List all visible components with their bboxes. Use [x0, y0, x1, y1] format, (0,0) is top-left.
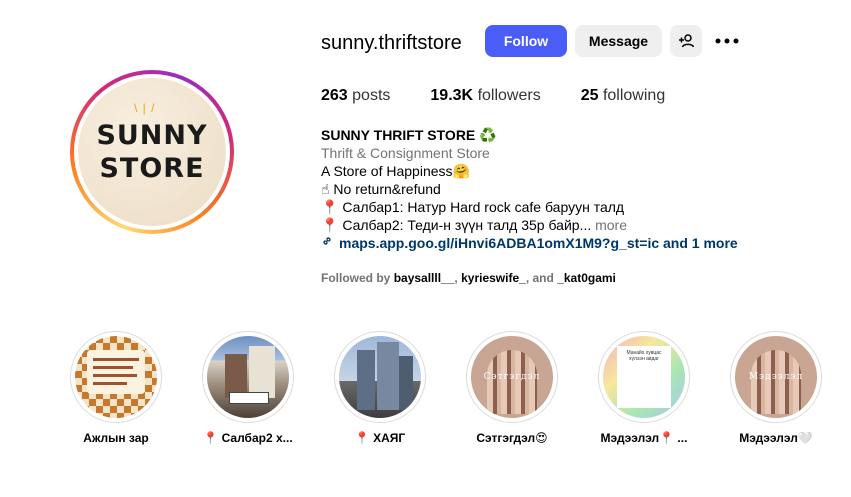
avatar-border: \ | / SUNNY STORE [74, 74, 230, 230]
bio-category: Thrift & Consignment Store [321, 145, 490, 161]
more-options-button[interactable] [713, 30, 741, 52]
following-label: following [602, 87, 666, 104]
highlight-ring: Манайх хувцас хүлээн авдаг [598, 331, 690, 423]
followers-label: followers [477, 87, 541, 104]
highlight-label: 📍 Салбар2 х... [203, 431, 293, 445]
profile-avatar[interactable]: \ | / SUNNY STORE [70, 70, 234, 234]
avatar-text-line1: SUNNY [96, 120, 208, 151]
highlight-ring: Сэтгэгдэл [466, 331, 558, 423]
profile-username: sunny.thriftstore [321, 32, 462, 54]
more-options-icon [715, 38, 739, 44]
followed-by-prefix: Followed by [321, 271, 391, 285]
followed-by-sep: , and [525, 271, 554, 285]
following-count: 25 [580, 87, 599, 104]
pin-emoji: 📍 [321, 199, 339, 215]
highlight-item[interactable]: Манайх хувцас хүлээн авдаг Мэдээлэл📍 ... [578, 331, 710, 445]
highlight-label: Ажлын зар [83, 431, 149, 445]
highlight-label: Мэдээлэл🤍 [739, 431, 813, 445]
bio-line-1: A Store of Happiness🤗 [321, 162, 738, 180]
posts-count: 263 [321, 87, 348, 104]
highlight-item[interactable]: Сэтгэгдэл Сэтгэгдэл😍 [446, 331, 578, 445]
highlight-label: Сэтгэгдэл😍 [476, 431, 548, 445]
avatar-text-line2: STORE [99, 153, 205, 184]
highlight-ring [70, 331, 162, 423]
bio-line-2-text: No return&refund [333, 181, 441, 197]
bio-line-4: 📍 Салбар2: Теди-н зүүн талд 35р байр... … [321, 216, 738, 234]
bio-line-3: 📍 Салбар1: Натур Hard rock cafe баруун т… [321, 198, 738, 216]
highlight-item[interactable]: 📍 ХАЯГ [314, 331, 446, 445]
bio-more-link[interactable]: more [595, 217, 627, 233]
highlight-item[interactable]: Мэдээлэл Мэдээлэл🤍 [710, 331, 842, 445]
bio-line-1-text: A Store of Happiness [321, 163, 453, 179]
follow-button[interactable]: Follow [485, 25, 567, 57]
add-user-icon [679, 34, 694, 48]
highlight-item[interactable]: Ажлын зар [50, 331, 182, 445]
story-highlights: Ажлын зар 📍 Салбар2 х... 📍 ХАЯГ Сэтгэгдэ… [50, 331, 842, 445]
highlight-cover-text: Сэтгэгдэл [483, 372, 541, 382]
avatar-image: \ | / SUNNY STORE [78, 78, 226, 226]
highlight-ring [334, 331, 426, 423]
highlight-cover: Манайх хувцас хүлээн авдаг [603, 336, 685, 418]
highlight-label: 📍 ХАЯГ [354, 431, 406, 445]
followed-by-sep: , [454, 271, 458, 285]
bio-line-4-text: Салбар2: Теди-н зүүн талд 35р байр... [342, 217, 592, 233]
followers-count: 19.3K [430, 87, 474, 104]
recycle-emoji: ♻️ [479, 127, 497, 143]
message-button[interactable]: Message [575, 25, 662, 57]
highlight-cover-text: Мэдээлэл [748, 372, 804, 382]
posts-label: posts [352, 87, 391, 104]
bio-link-text: maps.app.goo.gl/iHnvi6ADBA1omX1M9?g_st=i… [339, 235, 738, 251]
bio-name-text: SUNNY THRIFT STORE [321, 127, 476, 143]
highlight-ring: Мэдээлэл [730, 331, 822, 423]
suggest-users-button[interactable] [670, 25, 702, 57]
highlight-ring [202, 331, 294, 423]
link-icon [321, 234, 333, 252]
pin-emoji: 📍 [321, 217, 339, 233]
bio-line-3-text: Салбар1: Натур Hard rock cafe баруун тал… [342, 199, 625, 215]
profile-bio: SUNNY THRIFT STORE ♻️ Thrift & Consignme… [321, 126, 738, 252]
bio-name: SUNNY THRIFT STORE ♻️ [321, 126, 738, 144]
followed-by[interactable]: Followed by baysallll__, kyrieswife_, an… [321, 271, 616, 285]
sun-icon: \ | / [134, 101, 156, 115]
followed-by-user[interactable]: _kat0gami [557, 271, 616, 285]
highlight-item[interactable]: 📍 Салбар2 х... [182, 331, 314, 445]
highlight-cover-text: Манайх хувцас хүлээн авдаг [626, 350, 662, 362]
followed-by-user[interactable]: baysallll__ [394, 271, 455, 285]
highlight-cover [207, 336, 289, 418]
followed-by-user[interactable]: kyrieswife_ [461, 271, 526, 285]
profile-stats: 263 posts 19.3K followers 25 following [321, 87, 705, 105]
highlight-cover: Сэтгэгдэл [471, 336, 553, 418]
followers-stat[interactable]: 19.3K followers [430, 87, 540, 105]
highlight-label: Мэдээлэл📍 ... [600, 431, 688, 445]
highlight-cover [339, 336, 421, 418]
bio-link[interactable]: maps.app.goo.gl/iHnvi6ADBA1omX1M9?g_st=i… [321, 234, 738, 252]
hug-emoji: 🤗 [452, 163, 470, 179]
highlight-cover [75, 336, 157, 418]
following-stat[interactable]: 25 following [581, 87, 666, 105]
highlight-cover: Мэдээлэл [735, 336, 817, 418]
posts-stat: 263 posts [321, 87, 390, 105]
pointing-emoji: ☝ [321, 181, 330, 197]
bio-line-2: ☝ No return&refund [321, 180, 738, 198]
